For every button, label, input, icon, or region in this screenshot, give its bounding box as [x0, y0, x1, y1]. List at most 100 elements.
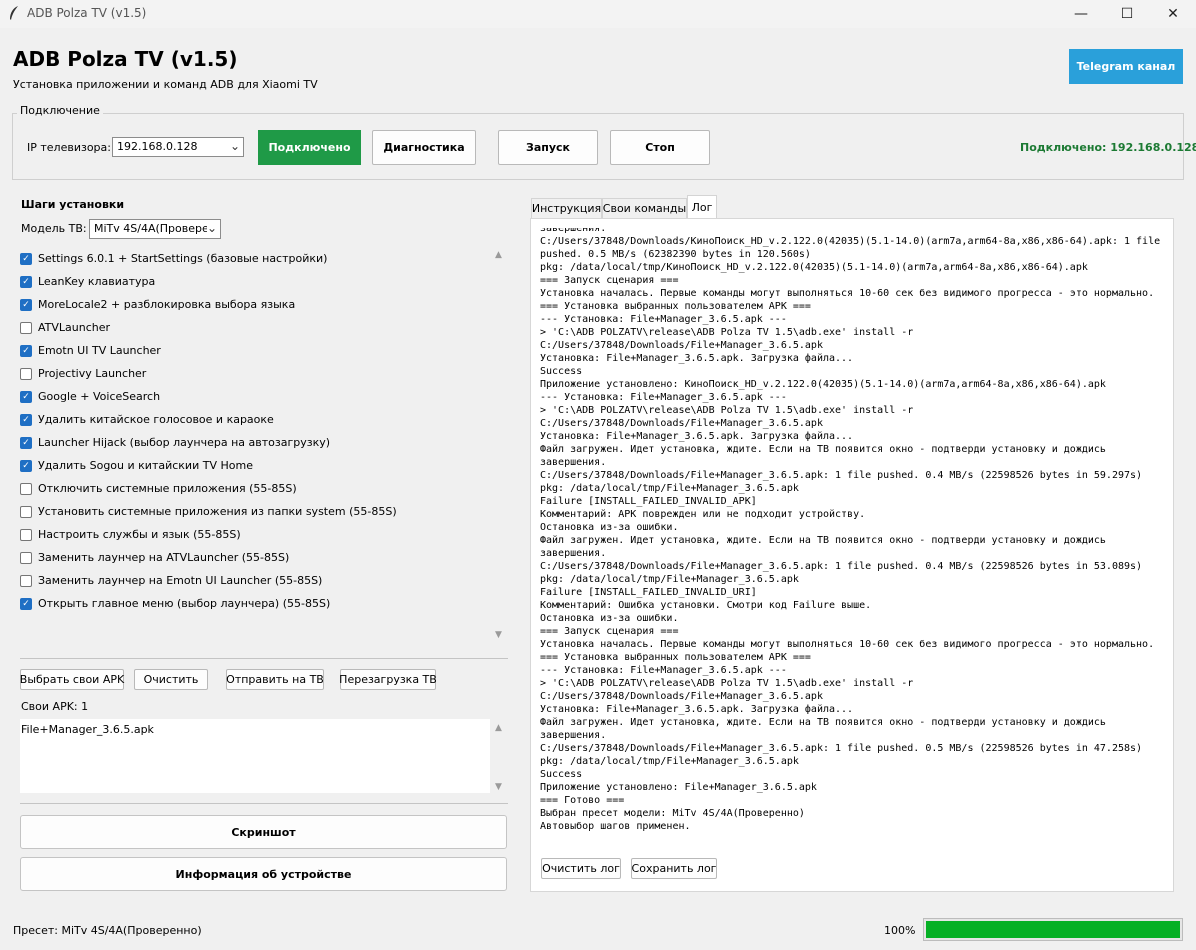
log-line: Установка: File+Manager_3.6.5.apk. Загру… — [540, 431, 854, 442]
checkbox-unchecked[interactable] — [20, 551, 32, 564]
log-line: Остановка из-за ошибки. — [540, 522, 679, 533]
log-line: завершения. — [540, 457, 607, 468]
choose-apk-button[interactable]: Выбрать свои APK — [20, 669, 124, 690]
log-output[interactable]: завершения. C:/Users/37848/Downloads/Кино… — [540, 228, 1162, 848]
step-item[interactable]: Заменить лаунчер на Emotn UI Launcher (5… — [20, 569, 490, 592]
checkbox-unchecked[interactable] — [20, 528, 32, 541]
checkbox-unchecked[interactable] — [20, 505, 32, 518]
minimize-button[interactable]: — — [1058, 0, 1104, 28]
log-line: Приложение установлено: КиноПоиск_HD_v.2… — [540, 379, 1106, 390]
log-line: Автовыбор шагов применен. — [540, 821, 691, 832]
log-line: C:/Users/37848/Downloads/File+Manager_3.… — [540, 470, 1143, 481]
step-item[interactable]: Установить системные приложения из папки… — [20, 500, 490, 523]
step-item[interactable]: Настроить службы и язык (55-85S) — [20, 523, 490, 546]
checkbox-checked[interactable] — [20, 298, 32, 311]
window-title: ADB Polza TV (v1.5) — [27, 6, 147, 20]
checkbox-unchecked[interactable] — [20, 574, 32, 587]
log-line: > 'C:\ADB POLZATV\release\ADB Polza TV 1… — [540, 327, 914, 338]
step-label: MoreLocale2 + разблокировка выбора языка — [38, 298, 296, 311]
checkbox-checked[interactable] — [20, 344, 32, 357]
log-line: Файл загружен. Идет установка, ждите. Ес… — [540, 717, 1106, 728]
clear-log-button[interactable]: Очистить лог — [541, 858, 621, 879]
step-item[interactable]: Launcher Hijack (выбор лаунчера на автоз… — [20, 431, 490, 454]
scroll-up-icon[interactable]: ▲ — [495, 250, 502, 260]
chevron-down-icon[interactable]: ⌄ — [230, 139, 240, 153]
step-item[interactable]: Заменить лаунчер на ATVLauncher (55-85S) — [20, 546, 490, 569]
close-button[interactable]: ✕ — [1150, 0, 1196, 28]
step-item[interactable]: Emotn UI TV Launcher — [20, 339, 490, 362]
diagnostics-button[interactable]: Диагностика — [372, 130, 476, 165]
checkbox-checked[interactable] — [20, 252, 32, 265]
log-line: C:/Users/37848/Downloads/File+Manager_3.… — [540, 340, 823, 351]
connected-button[interactable]: Подключено — [258, 130, 361, 165]
chevron-down-icon[interactable]: ⌄ — [206, 221, 217, 235]
apk-list[interactable]: File+Manager_3.6.5.apk — [20, 719, 490, 793]
step-item[interactable]: Открыть главное меню (выбор лаунчера) (5… — [20, 592, 490, 615]
checkbox-checked[interactable] — [20, 459, 32, 472]
step-label: Удалить Sogou и китайскии TV Home — [38, 459, 253, 472]
log-line: pkg: /data/local/tmp/File+Manager_3.6.5.… — [540, 574, 799, 585]
step-label: Открыть главное меню (выбор лаунчера) (5… — [38, 597, 331, 610]
apk-list-item[interactable]: File+Manager_3.6.5.apk — [21, 723, 489, 736]
reboot-tv-button[interactable]: Перезагрузка ТВ — [339, 669, 437, 690]
screenshot-button[interactable]: Скриншот — [20, 815, 507, 849]
tab-log[interactable]: Лог — [687, 195, 717, 219]
log-line: Установка: File+Manager_3.6.5.apk. Загру… — [540, 353, 854, 364]
checkbox-checked[interactable] — [20, 390, 32, 403]
step-item[interactable]: Google + VoiceSearch — [20, 385, 490, 408]
telegram-button[interactable]: Telegram канал — [1069, 49, 1183, 84]
log-line: завершения. — [540, 228, 607, 234]
progress-bar — [923, 918, 1183, 941]
log-line: Остановка из-за ошибки. — [540, 613, 679, 624]
log-line: Установка началась. Первые команды могут… — [540, 288, 1155, 299]
log-line: Комментарий: APK поврежден или не подход… — [540, 509, 866, 520]
ip-label: IP телевизора: — [27, 141, 111, 154]
checkbox-checked[interactable] — [20, 436, 32, 449]
log-line: === Установка выбранных пользователем AP… — [540, 301, 811, 312]
step-item[interactable]: LeanKey клавиатура — [20, 270, 490, 293]
log-line: > 'C:\ADB POLZATV\release\ADB Polza TV 1… — [540, 405, 914, 416]
log-line: Failure [INSTALL_FAILED_INVALID_APK] — [540, 496, 757, 507]
step-item[interactable]: ATVLauncher — [20, 316, 490, 339]
step-item[interactable]: Settings 6.0.1 + StartSettings (базовые … — [20, 247, 490, 270]
step-label: Отключить системные приложения (55-85S) — [38, 482, 297, 495]
step-label: Launcher Hijack (выбор лаунчера на автоз… — [38, 436, 331, 449]
log-line: --- Установка: File+Manager_3.6.5.apk --… — [540, 665, 787, 676]
tab-instructions[interactable]: Инструкция — [531, 198, 602, 218]
log-line: C:/Users/37848/Downloads/File+Manager_3.… — [540, 743, 1143, 754]
model-combobox[interactable]: MiTv 4S/4A(Проверен ⌄ — [89, 219, 221, 239]
checkbox-unchecked[interactable] — [20, 367, 32, 380]
log-line: --- Установка: File+Manager_3.6.5.apk --… — [540, 392, 787, 403]
step-item[interactable]: Отключить системные приложения (55-85S) — [20, 477, 490, 500]
maximize-button[interactable]: ☐ — [1104, 0, 1150, 28]
checkbox-checked[interactable] — [20, 275, 32, 288]
step-item[interactable]: Удалить Sogou и китайскии TV Home — [20, 454, 490, 477]
checkbox-checked[interactable] — [20, 413, 32, 426]
step-item[interactable]: MoreLocale2 + разблокировка выбора языка — [20, 293, 490, 316]
checkbox-unchecked[interactable] — [20, 482, 32, 495]
device-info-button[interactable]: Информация об устройстве — [20, 857, 507, 891]
scroll-down-icon[interactable]: ▼ — [495, 782, 502, 792]
ip-combobox[interactable]: 192.168.0.128 ⌄ — [112, 137, 244, 157]
log-line: C:/Users/37848/Downloads/File+Manager_3.… — [540, 418, 823, 429]
save-log-button[interactable]: Сохранить лог — [631, 858, 717, 879]
step-item[interactable]: Удалить китайское голосовое и караоке — [20, 408, 490, 431]
log-line: Установка началась. Первые команды могут… — [540, 639, 1155, 650]
connection-status: Подключено: 192.168.0.128 — [1020, 141, 1196, 154]
log-line: Файл загружен. Идет установка, ждите. Ес… — [540, 535, 1106, 546]
checkbox-checked[interactable] — [20, 597, 32, 610]
checkbox-unchecked[interactable] — [20, 321, 32, 334]
clear-apk-button[interactable]: Очистить — [134, 669, 208, 690]
steps-list: Settings 6.0.1 + StartSettings (базовые … — [20, 247, 490, 615]
log-line: Выбран пресет модели: MiTv 4S/4A(Провере… — [540, 808, 805, 819]
scroll-up-icon[interactable]: ▲ — [495, 723, 502, 733]
divider — [20, 803, 508, 805]
scroll-down-icon[interactable]: ▼ — [495, 630, 502, 640]
log-line: === Готово === — [540, 795, 625, 806]
start-button[interactable]: Запуск — [498, 130, 598, 165]
app-subtitle: Установка приложении и команд ADB для Xi… — [13, 78, 318, 91]
send-to-tv-button[interactable]: Отправить на ТВ — [226, 669, 324, 690]
stop-button[interactable]: Стоп — [610, 130, 710, 165]
step-item[interactable]: Projectivy Launcher — [20, 362, 490, 385]
tab-custom-commands[interactable]: Свои команды — [602, 198, 687, 218]
